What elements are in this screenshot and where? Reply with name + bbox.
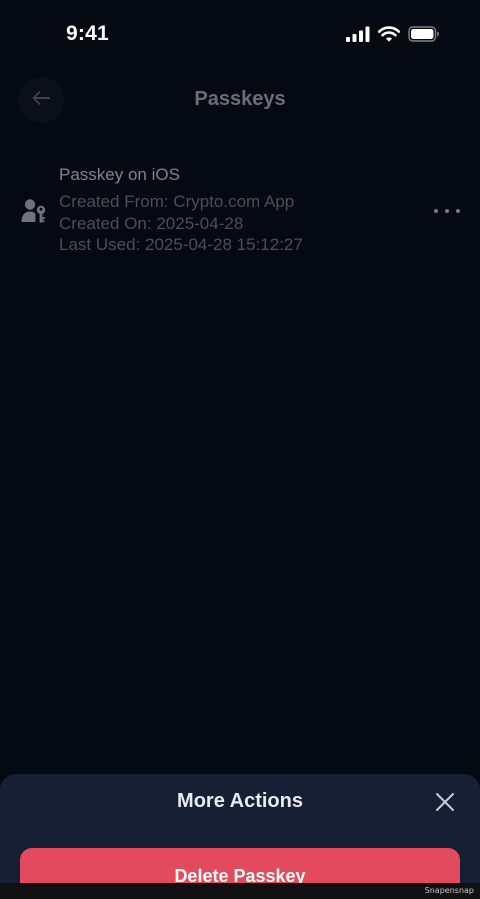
passkey-name: Passkey on iOS: [59, 165, 180, 184]
more-options-icon[interactable]: [434, 200, 460, 222]
cellular-signal-icon: [346, 26, 370, 47]
watermark-text: Snapensnap: [424, 886, 474, 895]
watermark-bar: Snapensnap: [0, 883, 480, 899]
passkey-list-item[interactable]: Passkey on iOS Created From: Crypto.com …: [0, 160, 480, 264]
close-icon[interactable]: [434, 791, 456, 813]
header: Passkeys: [0, 72, 480, 128]
passkey-created-on: Created On: 2025-04-28: [59, 213, 244, 233]
page-title: Passkeys: [194, 88, 286, 110]
user-key-icon: [21, 198, 47, 229]
passkey-info: Passkey on iOS Created From: Crypto.com …: [59, 165, 303, 256]
wifi-icon: [377, 26, 401, 47]
passkeys-screen: 9:41 Passkeys Passkey on iOS Created Fro…: [0, 0, 480, 899]
status-time: 9:41: [66, 22, 109, 45]
battery-icon: [408, 26, 440, 47]
more-actions-sheet: More Actions Delete Passkey: [0, 774, 480, 899]
passkey-created-from: Created From: Crypto.com App: [59, 192, 295, 211]
status-icons: [346, 26, 440, 47]
passkey-last-used: Last Used: 2025-04-28 15:12:27: [59, 235, 303, 254]
status-bar: 9:41: [0, 0, 480, 70]
sheet-title: More Actions: [177, 790, 303, 812]
